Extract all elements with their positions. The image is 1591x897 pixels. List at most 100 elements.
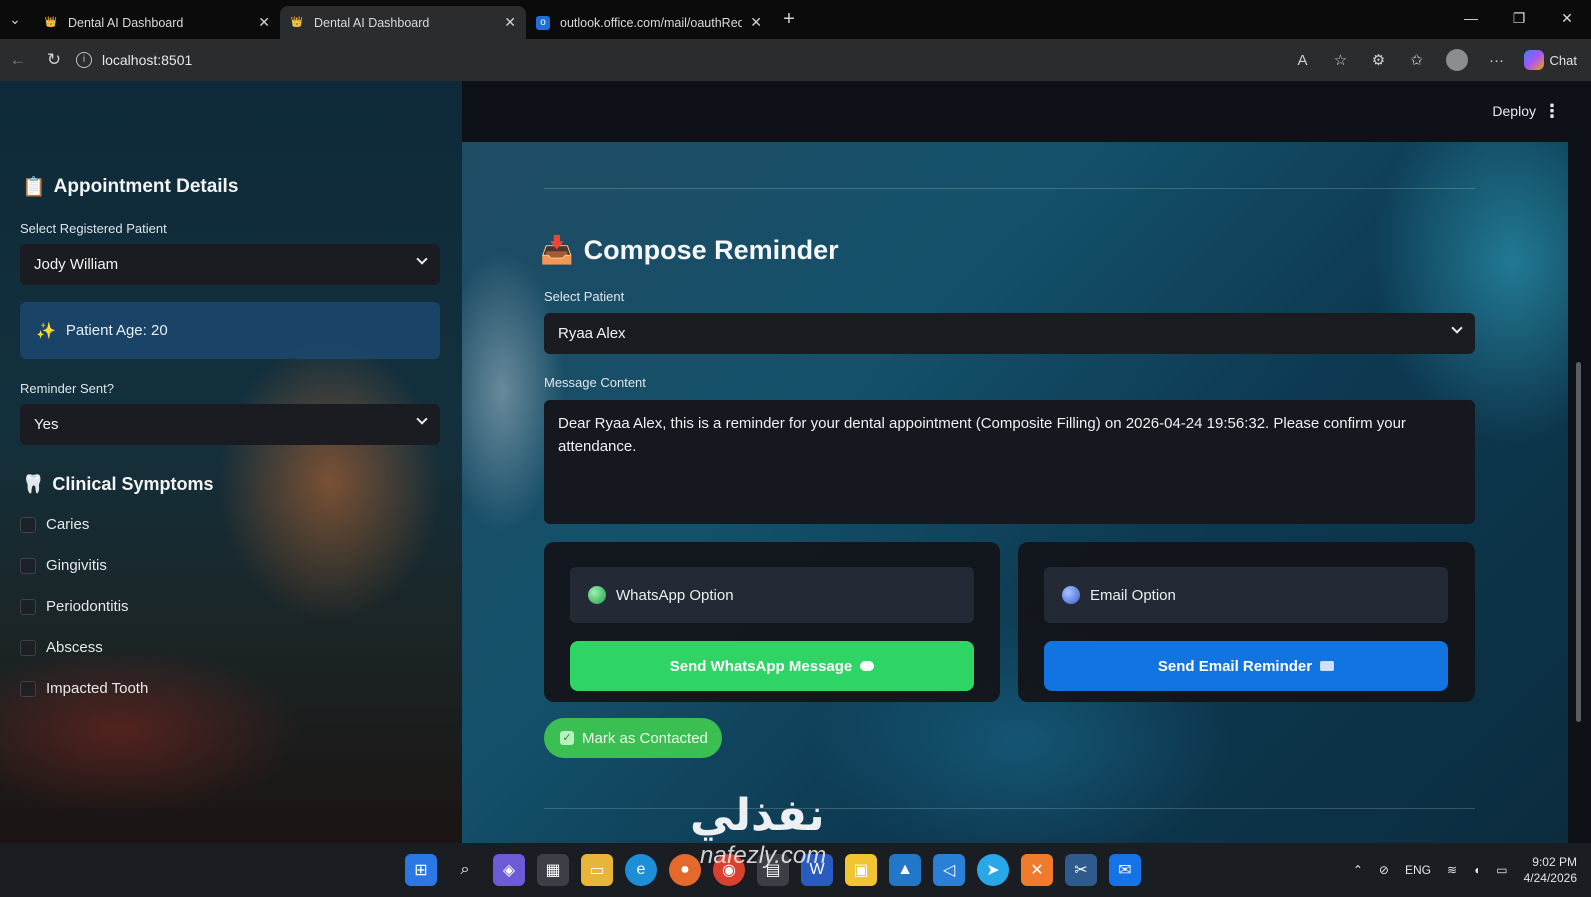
compose-patient-value: Ryaa Alex bbox=[558, 325, 626, 342]
clipboard-icon: 📋 bbox=[22, 177, 46, 198]
chevron-down-icon bbox=[416, 253, 428, 265]
symptom-checkbox-gingivitis[interactable]: Gingivitis bbox=[20, 557, 107, 574]
select-patient-label: Select Patient bbox=[544, 289, 625, 304]
battery-icon[interactable]: ▭ bbox=[1496, 863, 1507, 877]
registered-patient-select[interactable]: Jody William bbox=[20, 244, 440, 285]
tab-title: outlook.office.com/mail/oauthRed bbox=[560, 15, 743, 30]
watermark-site: nafezly.com bbox=[700, 842, 827, 869]
whatsapp-card: WhatsApp Option Send WhatsApp Message bbox=[544, 542, 1000, 702]
send-whatsapp-button[interactable]: Send WhatsApp Message bbox=[570, 641, 974, 691]
reminder-sent-label: Reminder Sent? bbox=[20, 381, 114, 396]
minimize-icon[interactable]: — bbox=[1447, 0, 1495, 39]
clock[interactable]: 9:02 PM 4/24/2026 bbox=[1524, 854, 1577, 886]
streamlit-favicon-icon: 👑 bbox=[290, 17, 304, 28]
browser-toolbar: A ☆ ⚙ ✩ ··· Chat bbox=[1286, 39, 1583, 81]
main-menu-kebab-icon[interactable]: ⋮ bbox=[1543, 101, 1561, 122]
streamlit-favicon-icon: 👑 bbox=[44, 17, 58, 28]
browser-tab-2-active[interactable]: 👑 Dental AI Dashboard ✕ bbox=[280, 6, 526, 39]
compose-patient-select[interactable]: Ryaa Alex bbox=[544, 313, 1475, 354]
tray-chevron-up-icon[interactable]: ⌃ bbox=[1353, 863, 1363, 877]
extensions-icon[interactable]: ⚙ bbox=[1362, 51, 1396, 69]
whatsapp-option-box: WhatsApp Option bbox=[570, 567, 974, 623]
favorite-star-icon[interactable]: ☆ bbox=[1324, 51, 1358, 69]
checkbox[interactable] bbox=[20, 516, 36, 533]
system-tray: ⌃ ⊘ ENG ≋ ◖ ▭ 9:02 PM 4/24/2026 bbox=[1353, 843, 1577, 897]
selected-patient-value: Jody William bbox=[34, 256, 119, 273]
green-circle-icon bbox=[588, 586, 606, 604]
symptom-checkbox-periodontitis[interactable]: Periodontitis bbox=[20, 598, 129, 615]
copilot-chat-button[interactable]: Chat bbox=[1518, 50, 1583, 70]
snipping-tool-icon[interactable]: ✂ bbox=[1065, 854, 1097, 886]
windows-start-icon[interactable]: ⊞ bbox=[405, 854, 437, 886]
photos-icon[interactable]: ▲ bbox=[889, 854, 921, 886]
symptom-checkbox-abscess[interactable]: Abscess bbox=[20, 639, 103, 656]
language-indicator[interactable]: ENG bbox=[1405, 863, 1431, 877]
vscode-icon[interactable]: ◁ bbox=[933, 854, 965, 886]
patient-age-text: Patient Age: 20 bbox=[65, 322, 168, 339]
tab-actions-chevron-icon[interactable]: ⌄ bbox=[0, 0, 30, 39]
heading-text: Clinical Symptoms bbox=[52, 474, 214, 494]
reminder-sent-value: Yes bbox=[34, 416, 59, 433]
volume-icon[interactable]: ◖ bbox=[1473, 863, 1480, 877]
bottom-divider bbox=[544, 808, 1475, 809]
symptom-label: Abscess bbox=[46, 639, 103, 656]
checkbox[interactable] bbox=[20, 680, 36, 697]
favorites-list-icon[interactable]: ✩ bbox=[1400, 51, 1434, 69]
scrollbar-track[interactable] bbox=[1568, 142, 1591, 843]
patient-select-label: Select Registered Patient bbox=[20, 221, 167, 236]
close-window-icon[interactable]: ✕ bbox=[1543, 0, 1591, 39]
more-menu-icon[interactable]: ··· bbox=[1480, 52, 1514, 69]
symptom-checkbox-caries[interactable]: Caries bbox=[20, 516, 89, 533]
message-content-label: Message Content bbox=[544, 375, 646, 390]
url-field[interactable]: i localhost:8501 bbox=[76, 52, 192, 68]
profile-avatar[interactable] bbox=[1445, 49, 1468, 71]
file-explorer-icon[interactable]: ▭ bbox=[581, 854, 613, 886]
chevron-down-icon bbox=[416, 413, 428, 425]
message-content-textarea[interactable]: Dear Ryaa Alex, this is a reminder for y… bbox=[544, 400, 1475, 524]
close-tab-icon[interactable]: ✕ bbox=[258, 14, 270, 31]
copilot-icon bbox=[1523, 50, 1544, 70]
top-divider bbox=[544, 188, 1475, 189]
app-header: Deploy ⋮ bbox=[462, 81, 1591, 142]
checkbox[interactable] bbox=[20, 557, 36, 574]
reminder-sent-select[interactable]: Yes bbox=[20, 404, 440, 445]
store-icon[interactable]: ▦ bbox=[537, 854, 569, 886]
appointment-details-heading: 📋 Appointment Details bbox=[22, 175, 238, 199]
sticky-notes-icon[interactable]: ▣ bbox=[845, 854, 877, 886]
browser-tab-1[interactable]: 👑 Dental AI Dashboard ✕ bbox=[34, 6, 280, 39]
deploy-button[interactable]: Deploy bbox=[1492, 103, 1536, 119]
checkbox[interactable] bbox=[20, 639, 36, 656]
close-tab-icon[interactable]: ✕ bbox=[750, 14, 762, 31]
refresh-icon[interactable]: ↻ bbox=[36, 50, 72, 70]
edge-browser-icon[interactable]: e bbox=[625, 854, 657, 886]
scrollbar-thumb[interactable] bbox=[1576, 362, 1581, 722]
sparkles-icon: ✨ bbox=[36, 322, 56, 340]
xampp-icon[interactable]: ✕ bbox=[1021, 854, 1053, 886]
copilot-app-icon[interactable]: ◈ bbox=[493, 854, 525, 886]
restore-icon[interactable]: ❐ bbox=[1495, 0, 1543, 39]
mark-as-contacted-button[interactable]: ✓ Mark as Contacted bbox=[544, 718, 722, 758]
send-whatsapp-label: Send WhatsApp Message bbox=[669, 657, 853, 675]
email-option-box: Email Option bbox=[1044, 567, 1448, 623]
send-email-label: Send Email Reminder bbox=[1157, 657, 1313, 675]
firefox-icon[interactable]: ● bbox=[669, 854, 701, 886]
hidden-icon[interactable]: ⊘ bbox=[1379, 863, 1389, 877]
close-tab-icon[interactable]: ✕ bbox=[504, 14, 516, 31]
send-email-button[interactable]: Send Email Reminder bbox=[1044, 641, 1448, 691]
inbox-tray-icon: 📥 bbox=[540, 235, 574, 265]
symptom-label: Periodontitis bbox=[46, 598, 129, 615]
symptom-checkbox-impacted-tooth[interactable]: Impacted Tooth bbox=[20, 680, 148, 697]
chevron-down-icon bbox=[1451, 322, 1463, 334]
site-info-icon[interactable]: i bbox=[76, 52, 92, 68]
read-aloud-icon[interactable]: A bbox=[1286, 52, 1320, 69]
wifi-icon[interactable]: ≋ bbox=[1447, 863, 1457, 877]
browser-tab-3[interactable]: o outlook.office.com/mail/oauthRed ✕ bbox=[526, 6, 772, 39]
envelope-icon bbox=[1320, 661, 1335, 671]
checkbox[interactable] bbox=[20, 598, 36, 615]
outlook-icon[interactable]: ✉ bbox=[1109, 854, 1141, 886]
compose-reminder-title: 📥 Compose Reminder bbox=[540, 234, 839, 266]
search-icon[interactable]: ⌕ bbox=[449, 854, 481, 886]
new-tab-plus-icon[interactable]: + bbox=[774, 8, 804, 31]
back-arrow-icon[interactable]: ← bbox=[0, 50, 36, 70]
telegram-icon[interactable]: ➤ bbox=[977, 854, 1009, 886]
